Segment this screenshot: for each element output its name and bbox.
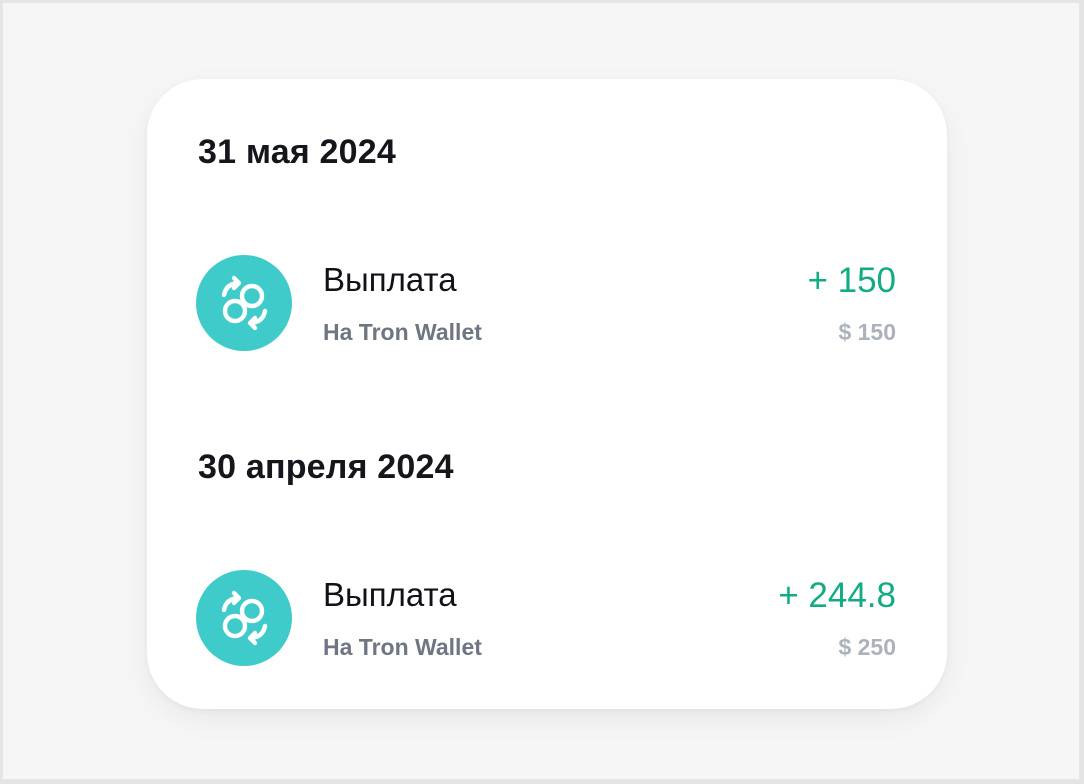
transaction-row[interactable]: Выплата На Tron Wallet + 150 $ 150 [196, 255, 896, 351]
exchange-icon [196, 570, 292, 666]
transaction-title: Выплата [323, 576, 457, 613]
transactions-card: 31 мая 2024 Выплата На Tron Wallet + 150… [147, 79, 947, 709]
transaction-usd-amount: $ 250 [838, 634, 896, 660]
transaction-usd-amount: $ 150 [838, 319, 896, 345]
transaction-amount: + 244.8 [778, 576, 896, 615]
exchange-icon [196, 255, 292, 351]
page-background: 31 мая 2024 Выплата На Tron Wallet + 150… [2, 2, 1080, 780]
transaction-subtitle: На Tron Wallet [323, 319, 482, 345]
date-header: 30 апреля 2024 [198, 448, 454, 486]
date-header: 31 мая 2024 [198, 133, 396, 171]
transaction-title: Выплата [323, 261, 457, 298]
transaction-amount: + 150 [807, 261, 896, 300]
transaction-subtitle: На Tron Wallet [323, 634, 482, 660]
transaction-row[interactable]: Выплата На Tron Wallet + 244.8 $ 250 [196, 570, 896, 666]
